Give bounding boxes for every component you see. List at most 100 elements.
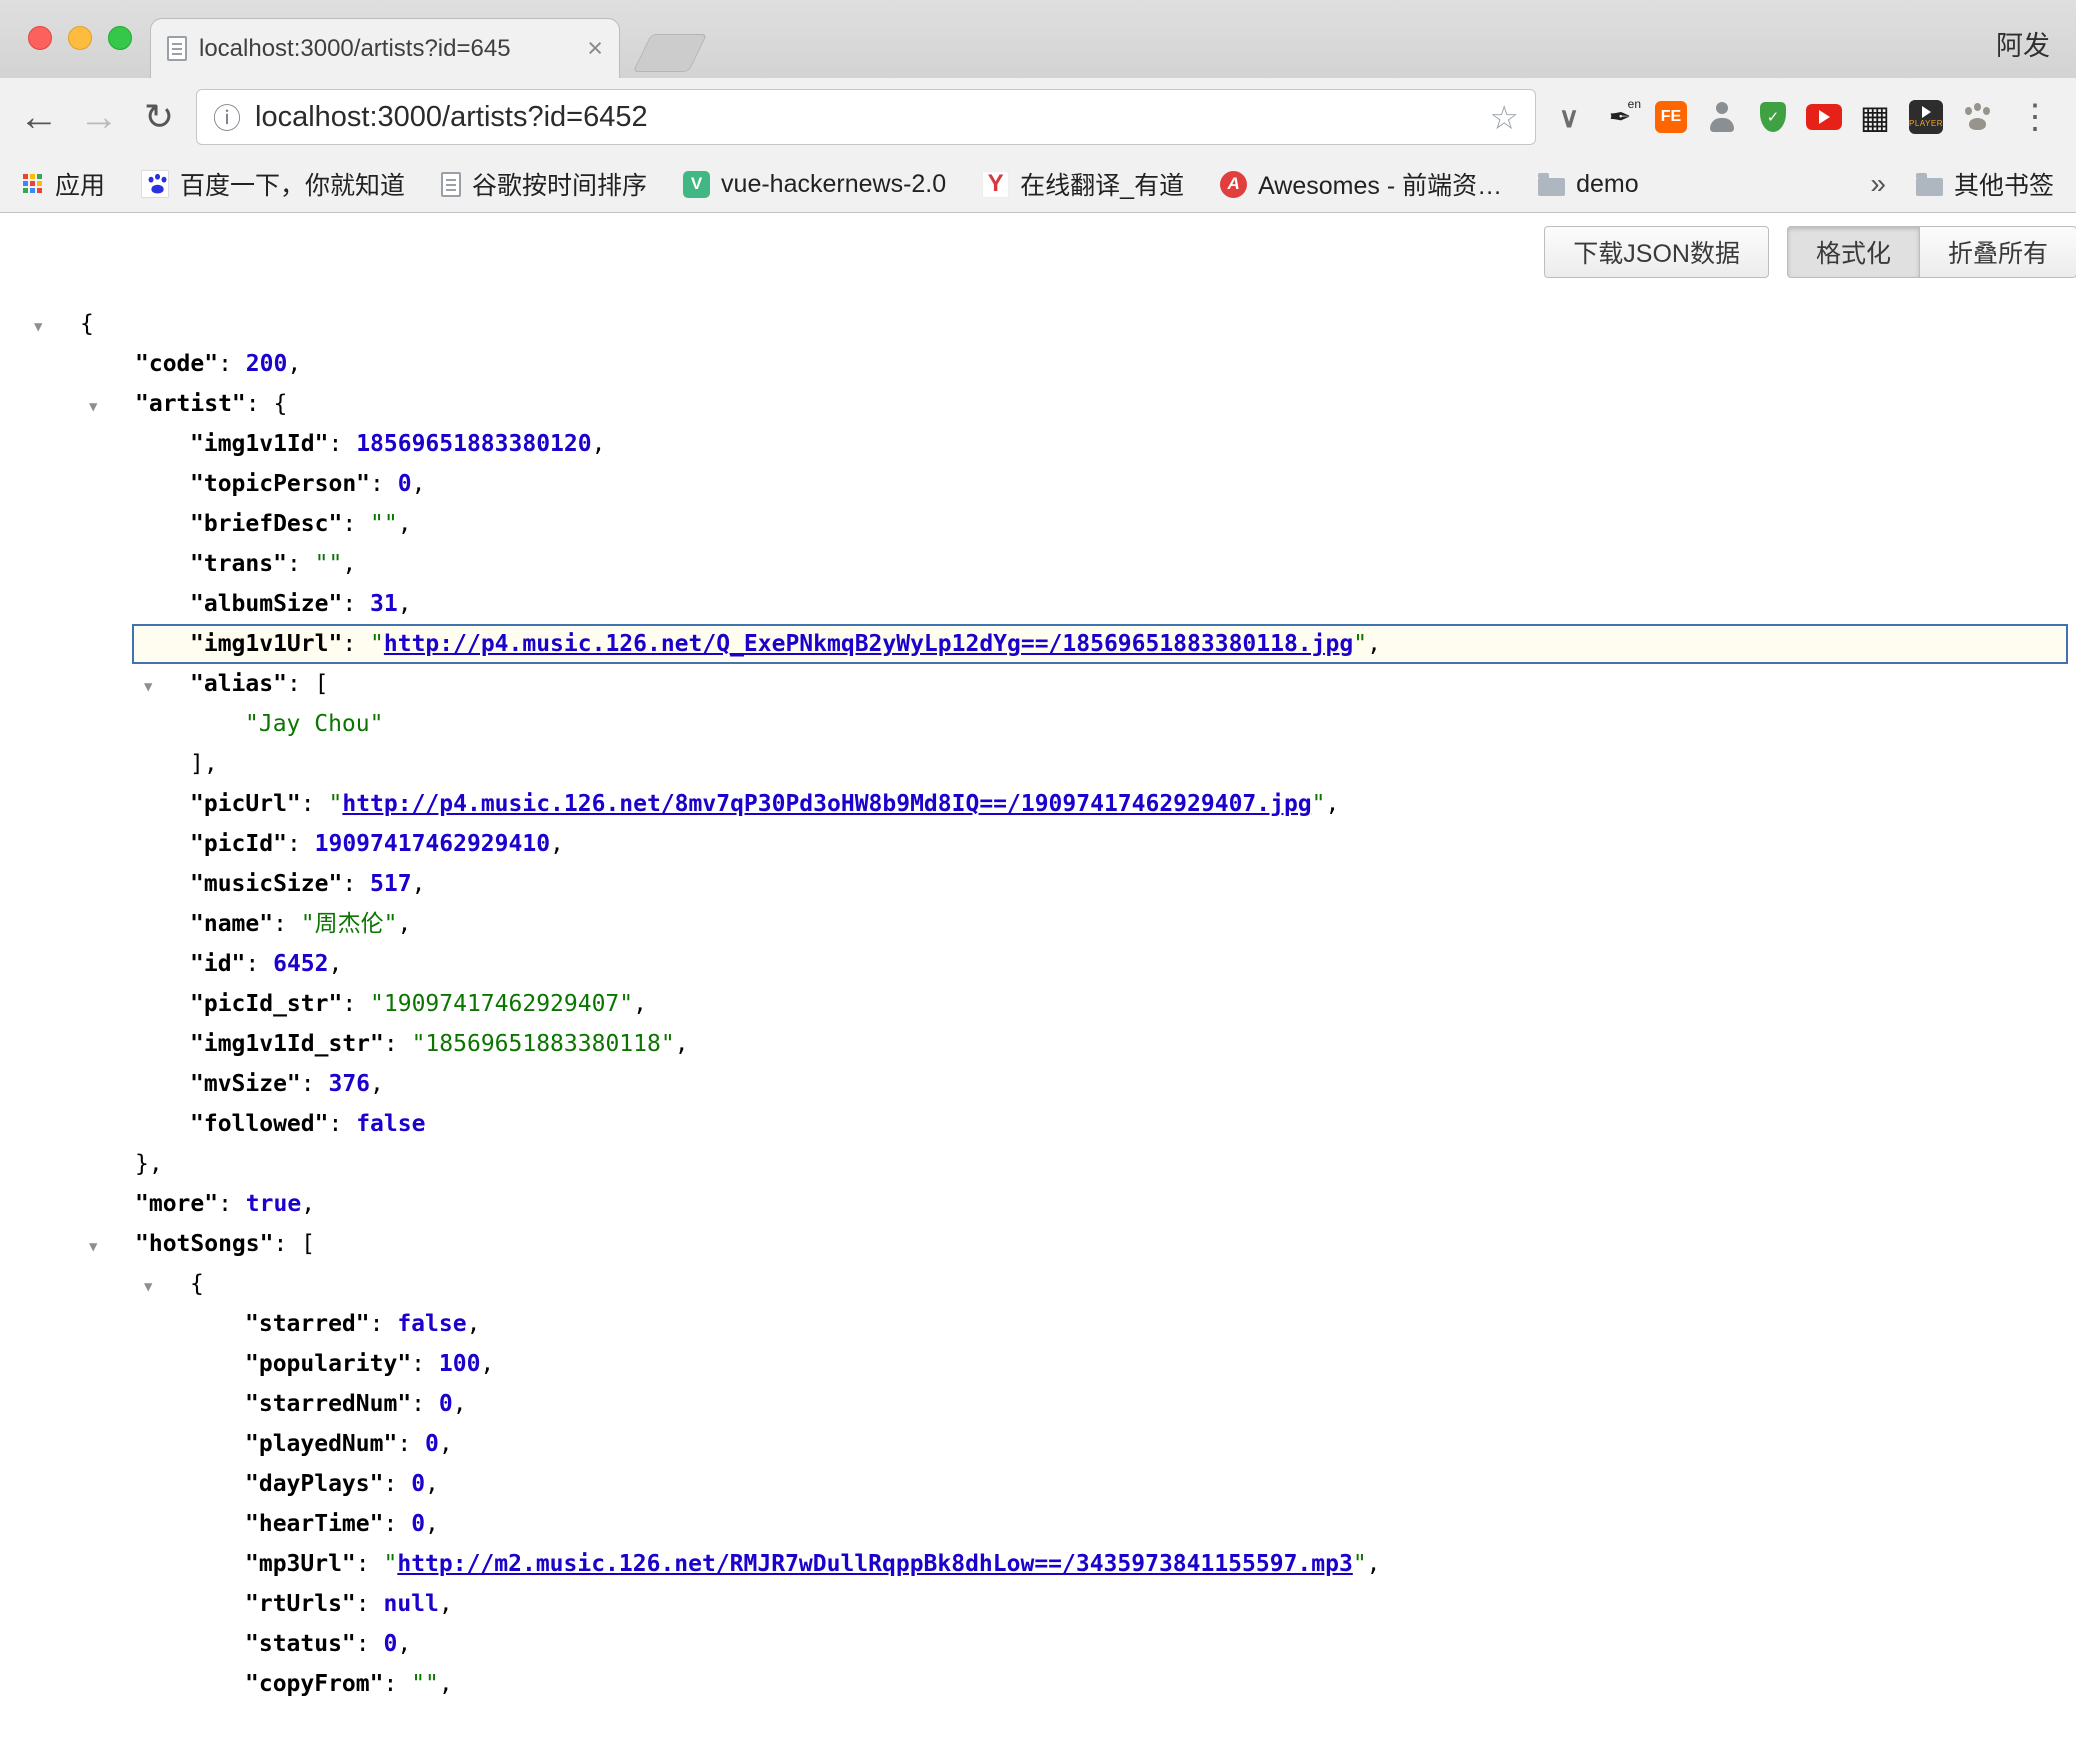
json-line[interactable]: "picId_str": "19097417462929407",	[0, 984, 2076, 1024]
json-line[interactable]: "followed": false	[0, 1104, 2076, 1144]
json-line[interactable]: "starred": false,	[0, 1304, 2076, 1344]
collapse-arrow-icon[interactable]	[89, 384, 97, 427]
json-line[interactable]: "hotSongs": [	[0, 1224, 2076, 1264]
json-line[interactable]: "alias": [	[0, 664, 2076, 704]
json-line[interactable]: "picUrl": "http://p4.music.126.net/8mv7q…	[0, 784, 2076, 824]
json-line[interactable]: "trans": "",	[0, 544, 2076, 584]
json-value: },	[135, 1151, 163, 1177]
reload-button[interactable]	[136, 99, 182, 135]
browser-menu-icon[interactable]	[2010, 97, 2060, 137]
json-line[interactable]: "musicSize": 517,	[0, 864, 2076, 904]
youtube-badge	[1806, 104, 1842, 130]
json-value: : [	[273, 1231, 315, 1257]
bookmark-item-apps[interactable]: 应用	[22, 166, 105, 202]
person-icon[interactable]	[1703, 98, 1741, 136]
bookmarks-overflow-icon[interactable]: »	[1870, 168, 1886, 200]
json-value: :	[370, 471, 398, 497]
bookmark-item-google-sort[interactable]: 谷歌按时间排序	[441, 166, 647, 202]
site-info-icon[interactable]	[213, 97, 241, 137]
profile-name[interactable]: 阿发	[1996, 24, 2050, 63]
json-line[interactable]: "Jay Chou"	[0, 704, 2076, 744]
bookmark-item-awesomes[interactable]: A Awesomes - 前端资…	[1220, 166, 1502, 202]
json-line[interactable]: {	[0, 304, 2076, 344]
bookmark-item-baidu[interactable]: 百度一下，你就知道	[141, 166, 405, 202]
json-url-link[interactable]: http://p4.music.126.net/8mv7qP30Pd3oHW8b…	[342, 791, 1311, 817]
url-text[interactable]: localhost:3000/artists?id=6452	[255, 101, 648, 134]
json-key: "albumSize"	[190, 591, 342, 617]
collapse-arrow-icon[interactable]	[34, 304, 42, 347]
json-line[interactable]: ],	[0, 744, 2076, 784]
json-value: "19097417462929407"	[370, 991, 633, 1017]
bookmark-item-vue-hackernews[interactable]: V vue-hackernews-2.0	[683, 170, 946, 199]
folder-icon	[1916, 178, 1943, 196]
vimium-icon[interactable]: ∨	[1550, 98, 1588, 136]
json-line[interactable]: "picId": 19097417462929410,	[0, 824, 2076, 864]
format-button[interactable]: 格式化	[1787, 226, 1920, 278]
back-button[interactable]	[16, 97, 62, 137]
fullscreen-window-button[interactable]	[108, 26, 132, 50]
json-value: ,	[439, 1671, 453, 1697]
json-line[interactable]: "playedNum": 0,	[0, 1424, 2076, 1464]
json-key: "topicPerson"	[190, 471, 370, 497]
json-key: "musicSize"	[190, 871, 342, 897]
json-line[interactable]: "popularity": 100,	[0, 1344, 2076, 1384]
json-key: "dayPlays"	[245, 1471, 383, 1497]
json-url-link[interactable]: http://p4.music.126.net/Q_ExePNkmqB2yWyL…	[384, 631, 1353, 657]
json-line[interactable]: "name": "周杰伦",	[0, 904, 2076, 944]
bookmark-item-youdao[interactable]: Y 在线翻译_有道	[982, 166, 1184, 202]
json-line[interactable]: "albumSize": 31,	[0, 584, 2076, 624]
player-icon[interactable]: PLAYER	[1907, 98, 1945, 136]
close-window-button[interactable]	[28, 26, 52, 50]
bookmark-item-demo[interactable]: demo	[1538, 170, 1639, 199]
shield-icon[interactable]	[1754, 98, 1792, 136]
collapse-all-button[interactable]: 折叠所有	[1920, 226, 2076, 278]
json-line[interactable]: "rtUrls": null,	[0, 1584, 2076, 1624]
json-line-highlighted[interactable]: "img1v1Url": "http://p4.music.126.net/Q_…	[132, 624, 2068, 664]
json-line[interactable]: "hearTime": 0,	[0, 1504, 2076, 1544]
json-line[interactable]: "copyFrom": "",	[0, 1664, 2076, 1704]
translate-pen-icon[interactable]: en	[1601, 98, 1639, 136]
string-quote: "	[370, 631, 384, 657]
json-line[interactable]: "artist": {	[0, 384, 2076, 424]
minimize-window-button[interactable]	[68, 26, 92, 50]
json-key: "status"	[245, 1631, 356, 1657]
json-line[interactable]: "starredNum": 0,	[0, 1384, 2076, 1424]
other-bookmarks-folder[interactable]: 其他书签	[1916, 166, 2054, 202]
json-value: 0	[411, 1511, 425, 1537]
json-key: "briefDesc"	[190, 511, 342, 537]
new-tab-button[interactable]	[633, 34, 708, 72]
browser-tab[interactable]: localhost:3000/artists?id=645 ×	[150, 18, 620, 78]
youtube-icon[interactable]	[1805, 98, 1843, 136]
collapse-arrow-icon[interactable]	[144, 1264, 152, 1307]
download-json-button[interactable]: 下载JSON数据	[1544, 226, 1769, 278]
qrcode-icon[interactable]	[1856, 98, 1894, 136]
json-line[interactable]: "img1v1Id_str": "18569651883380118",	[0, 1024, 2076, 1064]
json-value: :	[356, 1631, 384, 1657]
collapse-arrow-icon[interactable]	[89, 1224, 97, 1267]
collapse-arrow-icon[interactable]	[144, 664, 152, 707]
paw-icon[interactable]	[1958, 98, 1996, 136]
json-line[interactable]: "mvSize": 376,	[0, 1064, 2076, 1104]
json-value: ,	[439, 1431, 453, 1457]
json-line[interactable]: },	[0, 1144, 2076, 1184]
json-key: "picId"	[190, 831, 287, 857]
tab-close-icon[interactable]: ×	[587, 35, 603, 62]
json-line[interactable]: {	[0, 1264, 2076, 1304]
json-line[interactable]: "more": true,	[0, 1184, 2076, 1224]
json-line[interactable]: "briefDesc": "",	[0, 504, 2076, 544]
json-line[interactable]: "dayPlays": 0,	[0, 1464, 2076, 1504]
bookmark-star-icon[interactable]	[1489, 98, 1519, 137]
json-line[interactable]: "id": 6452,	[0, 944, 2076, 984]
json-line[interactable]: "status": 0,	[0, 1624, 2076, 1664]
json-url-link[interactable]: http://m2.music.126.net/RMJR7wDullRqppBk…	[397, 1551, 1352, 1577]
json-line[interactable]: "mp3Url": "http://m2.music.126.net/RMJR7…	[0, 1544, 2076, 1584]
forward-button[interactable]	[76, 97, 122, 137]
json-value: false	[397, 1311, 466, 1337]
json-line[interactable]: "topicPerson": 0,	[0, 464, 2076, 504]
string-quote: "	[328, 791, 342, 817]
fe-extension-icon[interactable]: FE	[1652, 98, 1690, 136]
player-badge: PLAYER	[1909, 100, 1943, 134]
json-line[interactable]: "code": 200,	[0, 344, 2076, 384]
json-line[interactable]: "img1v1Id": 18569651883380120,	[0, 424, 2076, 464]
url-bar[interactable]: localhost:3000/artists?id=6452	[196, 89, 1536, 145]
